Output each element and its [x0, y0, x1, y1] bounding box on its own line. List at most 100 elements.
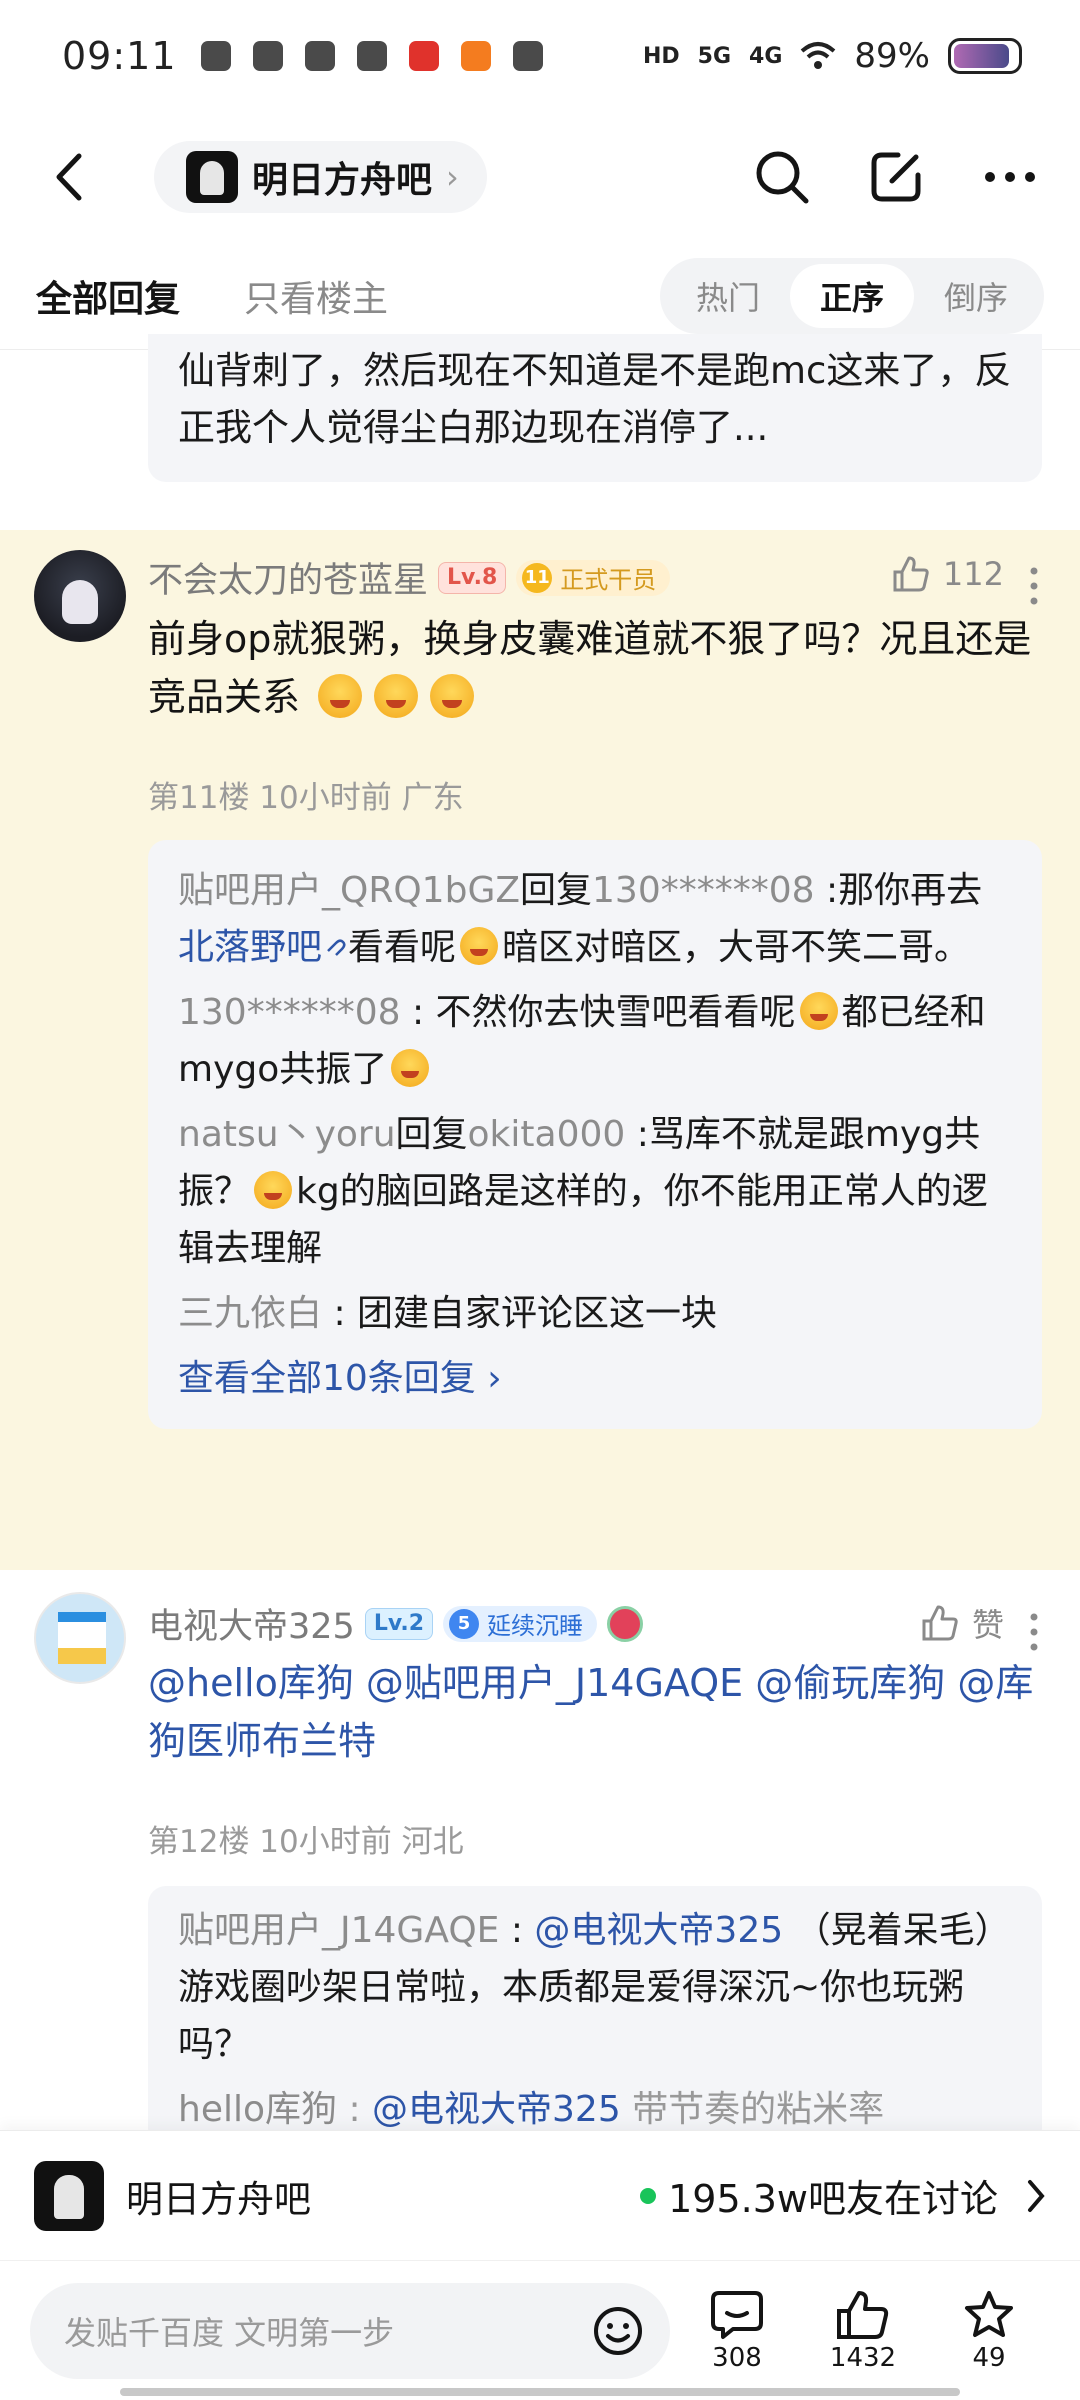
username[interactable]: 电视大帝325 — [148, 1598, 355, 1649]
title-badge: 5 延续沉睡 — [443, 1605, 598, 1642]
forum-avatar — [186, 151, 238, 203]
tab-op-only[interactable]: 只看楼主 — [244, 270, 388, 322]
like-button[interactable]: 赞 — [920, 1600, 1004, 1646]
online-dot-icon — [640, 2187, 657, 2204]
notification-icons — [200, 41, 543, 71]
title-badge: 11 正式干员 — [516, 559, 671, 596]
comment-count: 308 — [712, 2342, 762, 2373]
edit-icon — [871, 152, 921, 202]
like-button[interactable]: 112 — [891, 554, 1004, 594]
grin-emoji-icon — [374, 674, 419, 718]
forum-link[interactable]: 北落野吧 — [178, 927, 322, 968]
sub-reply[interactable]: 130******08 : 不然你去快雪吧看看呢 都已经和mygo共振了 — [178, 984, 1012, 1098]
forum-footer-bar[interactable]: 明日方舟吧 195.3w吧友在讨论 — [0, 2130, 1080, 2260]
sub-reply[interactable]: natsu丶yoru回复okita000 :骂库不就是跟myg共振？ kg的脑回路… — [178, 1106, 1012, 1277]
search-icon — [756, 151, 809, 204]
hd-indicator: HD — [642, 43, 680, 69]
notification-app-icon — [304, 41, 335, 71]
reply-username[interactable]: 贴吧用户_QRQ1bGZ — [178, 870, 520, 911]
reply-username[interactable]: 130******08 — [178, 992, 401, 1033]
search-button[interactable] — [752, 147, 812, 207]
post-mentions[interactable]: @hello库狗 @贴吧用户_J14GAQE @偷玩库狗 @库狗医师布兰特 — [148, 1654, 1048, 1770]
reply-username[interactable]: hello库狗 — [178, 2089, 337, 2130]
previous-floor-reply-preview[interactable]: 仙背刺了，然后现在不知道是不是跑mc这来了，反正我个人觉得尘白那边现在消停了..… — [148, 334, 1042, 482]
medal-icon — [607, 1605, 644, 1642]
video-app-icon — [460, 41, 491, 71]
post-content[interactable]: 前身op就狠粥，换身皮囊难道就不狠了吗？况且还是竞品关系 — [148, 610, 1048, 726]
mention-link[interactable]: @电视大帝325 — [372, 2089, 621, 2130]
forum-entry-button[interactable]: 明日方舟吧 › — [154, 141, 487, 213]
grin-emoji-icon — [799, 992, 838, 1030]
star-icon — [965, 2290, 1013, 2337]
view-all-replies-link[interactable]: 查看全部10条回复 › — [178, 1350, 1012, 1407]
signal-4g-icon: 4G — [749, 43, 783, 69]
reply-username[interactable]: 三九依白 — [178, 1293, 322, 1334]
reply-username[interactable]: 贴吧用户_J14GAQE — [178, 1910, 499, 1951]
mention-link[interactable]: @电视大帝325 — [534, 1910, 783, 1951]
like-post-button[interactable]: 1432 — [818, 2289, 908, 2373]
sub-reply[interactable]: 三九依白 : 团建自家评论区这一块 — [178, 1285, 1012, 1342]
battery-icon — [948, 38, 1022, 74]
favorite-count: 49 — [972, 2342, 1006, 2373]
notification-app-icon — [512, 41, 543, 71]
forum-name: 明日方舟吧 — [126, 2177, 311, 2221]
sort-hot[interactable]: 热门 — [666, 264, 790, 328]
reply-input[interactable]: 发贴千百度 文明第一步 — [30, 2282, 670, 2379]
sort-descending[interactable]: 倒序 — [914, 264, 1038, 328]
like-count: 112 — [942, 555, 1004, 593]
thumbs-up-icon — [922, 1605, 958, 1641]
forum-avatar — [34, 2160, 104, 2231]
level-badge: Lv.8 — [438, 561, 507, 594]
reply-input-bar: 发贴千百度 文明第一步 308 1432 49 — [0, 2260, 1080, 2400]
sub-reply[interactable]: 贴吧用户_J14GAQE : @电视大帝325 （晃着呆毛）游戏圈吵架日常啦，本… — [178, 1902, 1012, 2073]
sort-ascending[interactable]: 正序 — [789, 263, 914, 328]
grin-emoji-icon — [460, 927, 499, 965]
chevron-right-icon: › — [446, 158, 459, 196]
chevron-right-icon — [1028, 2179, 1045, 2212]
floor-meta: 第11楼 10小时前 广东 — [148, 780, 464, 816]
level-badge: Lv.2 — [364, 1607, 434, 1640]
edit-button[interactable] — [866, 147, 926, 207]
grin-emoji-icon — [391, 1049, 430, 1087]
tab-all-replies[interactable]: 全部回复 — [36, 270, 180, 322]
more-vertical-icon — [1030, 567, 1038, 605]
emoji-picker-icon[interactable] — [592, 2305, 644, 2357]
notification-app-icon — [200, 41, 231, 71]
system-indicators: HD 5G 4G 89% — [643, 36, 1022, 76]
status-bar: 09:11 HD 5G 4G 89% — [0, 0, 1080, 112]
username[interactable]: 不会太刀的苍蓝星 — [148, 552, 428, 603]
link-icon — [327, 939, 346, 956]
clock: 09:11 — [62, 34, 177, 78]
comment-icon — [711, 2290, 763, 2339]
floor-meta: 第12楼 10小时前 河北 — [148, 1824, 464, 1860]
thumbs-up-icon — [837, 2290, 889, 2339]
floor-more-button[interactable] — [1024, 566, 1044, 606]
like-label: 赞 — [971, 1606, 1004, 1644]
reply-input-placeholder: 发贴千百度 文明第一步 — [64, 2313, 395, 2352]
more-menu-button[interactable] — [980, 147, 1040, 207]
more-vertical-icon — [1030, 1613, 1038, 1651]
notification-app-icon — [408, 41, 439, 71]
grin-emoji-icon — [430, 674, 475, 718]
avatar[interactable] — [34, 1592, 126, 1684]
sub-reply[interactable]: 贴吧用户_QRQ1bGZ回复130******08 :那你再去北落野吧 看看呢 暗区… — [178, 862, 1012, 976]
thumbs-up-icon — [893, 556, 929, 592]
wifi-icon — [801, 42, 836, 69]
battery-percent: 89% — [854, 36, 930, 76]
grin-emoji-icon — [254, 1171, 293, 1209]
back-button[interactable] — [40, 149, 96, 205]
favorite-button[interactable]: 49 — [944, 2289, 1034, 2373]
sub-replies: 贴吧用户_J14GAQE : @电视大帝325 （晃着呆毛）游戏圈吵架日常啦，本… — [148, 1886, 1042, 2146]
back-arrow-icon — [56, 153, 82, 201]
home-indicator[interactable] — [120, 2388, 960, 2396]
avatar[interactable] — [34, 550, 126, 642]
tiktok-icon — [356, 41, 387, 71]
notification-app-icon — [252, 41, 283, 71]
floor-more-button[interactable] — [1024, 1612, 1044, 1652]
top-nav: 明日方舟吧 › — [0, 112, 1080, 242]
forum-name: 明日方舟吧 — [252, 160, 433, 201]
sub-replies: 贴吧用户_QRQ1bGZ回复130******08 :那你再去北落野吧 看看呢 暗区… — [148, 840, 1042, 1429]
more-horizontal-icon — [985, 172, 1035, 182]
comment-button[interactable]: 308 — [692, 2289, 782, 2373]
reply-username[interactable]: natsu丶yoru — [178, 1114, 396, 1155]
